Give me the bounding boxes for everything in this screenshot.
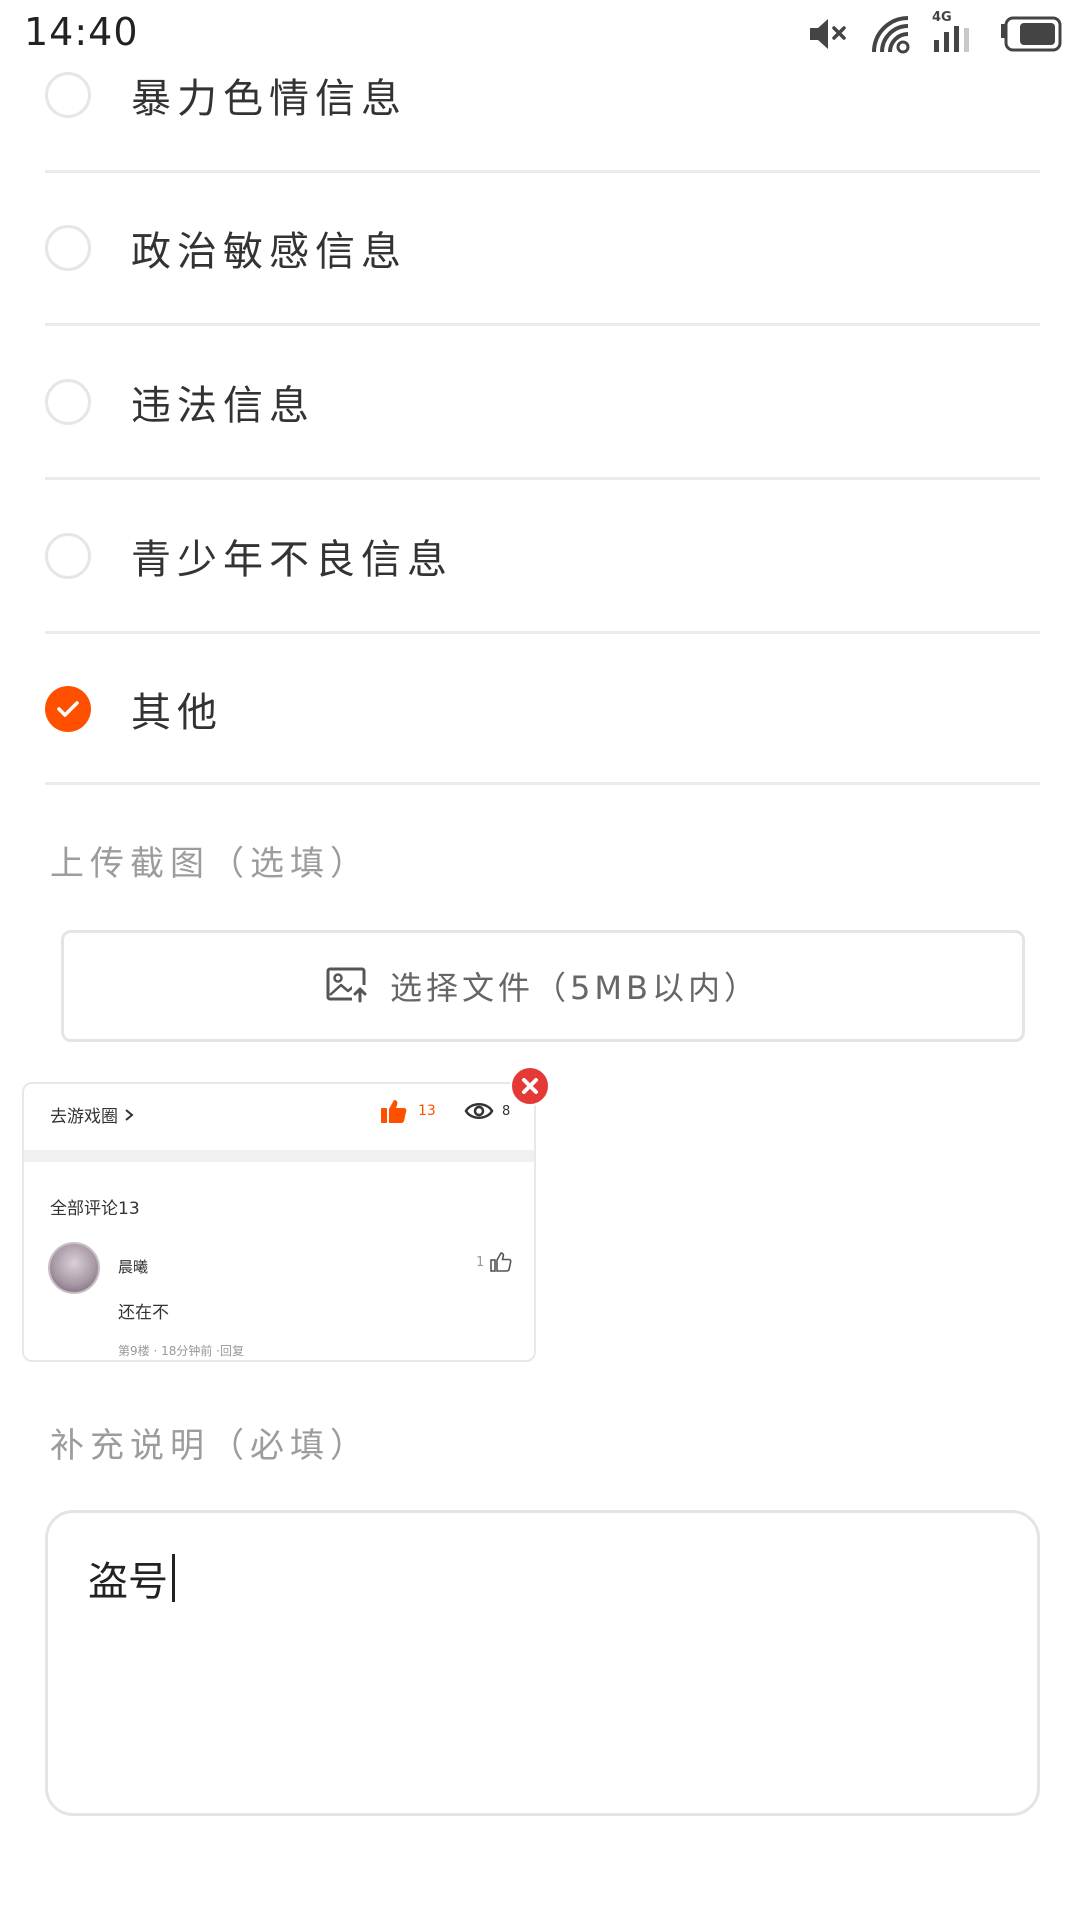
thumbs-up-icon bbox=[381, 1100, 407, 1123]
radio-button[interactable] bbox=[45, 72, 91, 118]
image-upload-icon bbox=[326, 965, 369, 1007]
screenshot-thumbnail[interactable]: 去游戏圈 13 8 全部评论13 晨曦 1 还在不 第9楼 · 18分钟前 ·回… bbox=[22, 1082, 536, 1362]
thumbnail-comment-text: 还在不 bbox=[118, 1303, 169, 1323]
thumbnail-comment-meta: 第9楼 · 18分钟前 ·回复 bbox=[118, 1344, 244, 1358]
chevron-right-icon bbox=[125, 1108, 134, 1121]
description-section-label: 补充说明（必填） bbox=[50, 1426, 370, 1466]
thumbnail-reply-like-count: 1 bbox=[476, 1254, 485, 1270]
choose-file-label: 选择文件（5MB以内） bbox=[390, 969, 760, 1007]
text-cursor bbox=[172, 1554, 175, 1602]
report-option-illegal[interactable]: 违法信息 bbox=[45, 327, 1040, 480]
thumbnail-like: 13 bbox=[380, 1098, 436, 1124]
thumbnail-view-count: 8 bbox=[502, 1103, 511, 1119]
radio-button[interactable] bbox=[45, 379, 91, 425]
eye-icon bbox=[464, 1103, 494, 1119]
radio-button[interactable] bbox=[45, 533, 91, 579]
report-option-minors[interactable]: 青少年不良信息 bbox=[45, 481, 1040, 634]
thumbnail-header: 去游戏圈 13 8 bbox=[24, 1084, 534, 1150]
radio-button-checked[interactable] bbox=[45, 685, 91, 732]
thumbnail-divider bbox=[24, 1150, 534, 1162]
report-option-other[interactable]: 其他 bbox=[45, 635, 1040, 785]
thumbnail-username: 晨曦 bbox=[118, 1258, 149, 1276]
thumbnail-comments-header: 全部评论13 bbox=[50, 1199, 140, 1219]
report-page: 14:40 4G 暴力色情信息 政治敏感信息 违法信息 青少年不良信息 其他 上… bbox=[0, 0, 1080, 1920]
report-option-label: 政治敏感信息 bbox=[131, 229, 407, 275]
thumbnail-reply-like: 1 bbox=[476, 1252, 512, 1272]
avatar bbox=[48, 1242, 100, 1294]
thumbnail-views: 8 bbox=[464, 1100, 510, 1122]
radio-button[interactable] bbox=[45, 225, 91, 271]
report-option-label: 违法信息 bbox=[131, 383, 315, 429]
description-text: 盗号 bbox=[88, 1559, 168, 1605]
checkmark-icon bbox=[57, 700, 79, 717]
close-icon bbox=[522, 1078, 538, 1094]
thumbnail-goto-label: 去游戏圈 bbox=[50, 1107, 118, 1127]
thumbnail-like-count: 13 bbox=[418, 1103, 436, 1119]
thumbs-up-outline-icon bbox=[490, 1252, 512, 1272]
report-option-label: 暴力色情信息 bbox=[131, 76, 407, 122]
report-option-label: 其他 bbox=[131, 689, 223, 736]
description-textarea[interactable]: 盗号 bbox=[45, 1510, 1040, 1816]
report-option-violence[interactable]: 暴力色情信息 bbox=[45, 20, 1040, 173]
report-option-political[interactable]: 政治敏感信息 bbox=[45, 173, 1040, 326]
thumbnail-goto-link: 去游戏圈 bbox=[50, 1102, 134, 1127]
description-input-value: 盗号 bbox=[88, 1549, 175, 1607]
report-option-label: 青少年不良信息 bbox=[131, 537, 453, 583]
remove-screenshot-button[interactable] bbox=[510, 1066, 550, 1106]
upload-section-label: 上传截图（选填） bbox=[50, 844, 370, 884]
choose-file-button[interactable]: 选择文件（5MB以内） bbox=[61, 930, 1025, 1042]
